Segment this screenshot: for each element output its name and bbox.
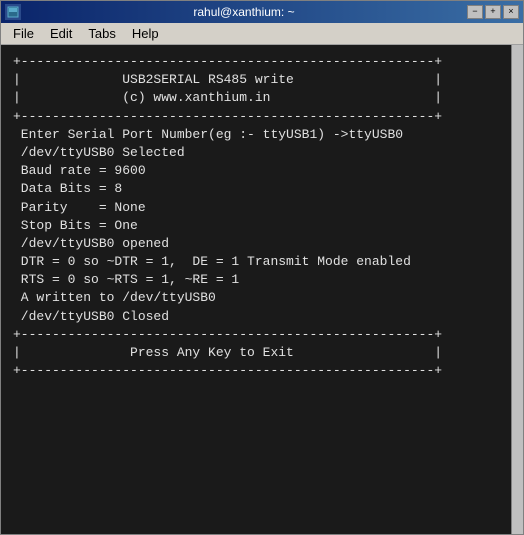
terminal-line: +---------------------------------------… — [13, 108, 499, 126]
window-title: rahul@xanthium: ~ — [21, 5, 467, 19]
terminal-window: rahul@xanthium: ~ − + × File Edit Tabs H… — [0, 0, 524, 535]
terminal-line: /dev/ttyUSB0 opened — [13, 235, 499, 253]
terminal-line: +---------------------------------------… — [13, 362, 499, 380]
terminal-line: /dev/ttyUSB0 Closed — [13, 308, 499, 326]
terminal-line: /dev/ttyUSB0 Selected — [13, 144, 499, 162]
terminal-line: DTR = 0 so ~DTR = 1, DE = 1 Transmit Mod… — [13, 253, 499, 271]
terminal-line: RTS = 0 so ~RTS = 1, ~RE = 1 — [13, 271, 499, 289]
menu-tabs[interactable]: Tabs — [80, 24, 123, 43]
window-icon — [5, 4, 21, 20]
scrollbar[interactable] — [511, 45, 523, 534]
terminal-line: Enter Serial Port Number(eg :- ttyUSB1) … — [13, 126, 499, 144]
menu-bar: File Edit Tabs Help — [1, 23, 523, 45]
terminal-line: | Press Any Key to Exit | — [13, 344, 499, 362]
terminal-line: +---------------------------------------… — [13, 326, 499, 344]
maximize-button[interactable]: + — [485, 5, 501, 19]
terminal-line: | USB2SERIAL RS485 write | — [13, 71, 499, 89]
terminal-line: +---------------------------------------… — [13, 53, 499, 71]
terminal-line: Data Bits = 8 — [13, 180, 499, 198]
window-controls: − + × — [467, 5, 519, 19]
menu-edit[interactable]: Edit — [42, 24, 80, 43]
menu-help[interactable]: Help — [124, 24, 167, 43]
menu-file[interactable]: File — [5, 24, 42, 43]
minimize-button[interactable]: − — [467, 5, 483, 19]
terminal-output[interactable]: +---------------------------------------… — [1, 45, 511, 534]
terminal-area: +---------------------------------------… — [1, 45, 523, 534]
close-button[interactable]: × — [503, 5, 519, 19]
title-bar: rahul@xanthium: ~ − + × — [1, 1, 523, 23]
terminal-line: A written to /dev/ttyUSB0 — [13, 289, 499, 307]
terminal-line: Parity = None — [13, 199, 499, 217]
terminal-line: Stop Bits = One — [13, 217, 499, 235]
terminal-line: | (c) www.xanthium.in | — [13, 89, 499, 107]
terminal-line: Baud rate = 9600 — [13, 162, 499, 180]
